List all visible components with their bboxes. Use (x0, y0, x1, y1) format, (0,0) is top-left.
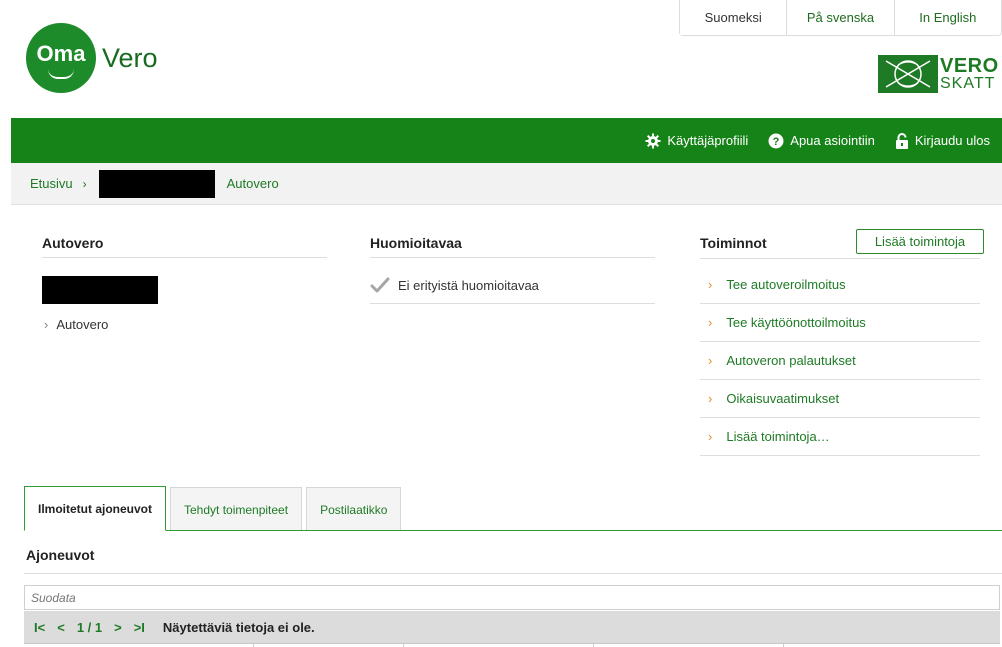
tab-underline (24, 530, 1002, 531)
action-label: Autoveron palautukset (726, 353, 856, 368)
chevron-right-icon: › (708, 277, 713, 292)
vero-word: VERO (940, 55, 999, 77)
skatt-word: SKATT (940, 75, 996, 92)
actions-panel-title: Toiminnot (700, 235, 767, 251)
vero-emblem-icon (878, 55, 938, 93)
logo-vero-text: Vero (102, 43, 158, 73)
redacted-block (98, 169, 215, 198)
action-label: Oikaisuvaatimukset (726, 391, 840, 406)
tab-reported-vehicles[interactable]: Ilmoitetut ajoneuvot (24, 486, 166, 531)
notices-text: Ei erityistä huomioitavaa (398, 277, 539, 293)
table-header (24, 643, 1000, 647)
prev-page-button[interactable]: < (57, 620, 65, 635)
notices-panel-title: Huomioitavaa (370, 235, 462, 251)
action-item[interactable]: › Oikaisuvaatimukset (700, 380, 980, 418)
chevron-right-icon: › (708, 391, 713, 406)
chevron-right-icon: › (708, 315, 713, 330)
filter-input[interactable]: Suodata (24, 585, 1000, 610)
action-item[interactable]: › Tee käyttöönottoilmoitus (700, 304, 980, 342)
action-item[interactable]: › Autoveron palautukset (700, 342, 980, 380)
last-page-button[interactable]: >I (134, 620, 145, 635)
page-indicator: 1 / 1 (76, 619, 103, 635)
logo-smile (48, 69, 74, 79)
first-page-button[interactable]: I< (34, 620, 45, 635)
autovero-link[interactable]: › Autovero (44, 317, 108, 332)
divider (700, 258, 980, 259)
vehicles-title: Ajoneuvot (26, 547, 95, 563)
action-item[interactable]: › Tee autoveroilmoitus (700, 266, 980, 304)
chevron-right-icon: › (708, 353, 713, 368)
lang-finnish[interactable]: Suomeksi (680, 0, 787, 35)
divider (370, 303, 655, 304)
action-label: Tee käyttöönottoilmoitus (726, 315, 866, 330)
help-icon: ? (768, 133, 784, 149)
action-label: Tee autoveroilmoitus (726, 277, 846, 292)
lang-english[interactable]: In English (893, 0, 1001, 35)
no-data-message: Näytettäviä tietoja ei ole. (162, 619, 315, 635)
tab-mailbox[interactable]: Postilaatikko (306, 487, 402, 531)
user-profile-link[interactable]: Käyttäjäprofiili (645, 133, 748, 149)
next-page-button[interactable]: > (114, 620, 122, 635)
help-label: Apua asiointiin (790, 133, 875, 148)
autovero-link-label: Autovero (56, 317, 109, 332)
autovero-panel-title: Autovero (42, 235, 104, 251)
breadcrumb: Etusivu › Autovero (11, 163, 1002, 205)
redacted-block (42, 276, 158, 304)
tab-bar: Ilmoitetut ajoneuvot Tehdyt toimenpiteet… (24, 486, 405, 531)
logout-link[interactable]: Kirjaudu ulos (895, 132, 990, 149)
gear-icon (645, 133, 661, 149)
logout-label: Kirjaudu ulos (914, 133, 990, 148)
notices-item: Ei erityistä huomioitavaa (370, 277, 539, 293)
divider (42, 257, 327, 258)
top-nav: Käyttäjäprofiili ? Apua asiointiin Kirja… (11, 118, 1002, 163)
language-switcher: Suomeksi På svenska In English (679, 0, 1002, 36)
checkmark-icon (370, 277, 390, 293)
pager: I< < 1 / 1 > >I Näytettäviä tietoja ei o… (24, 611, 1000, 643)
lock-icon (895, 132, 909, 149)
action-label: Lisää toimintoja… (726, 429, 830, 444)
tab-actions-done[interactable]: Tehdyt toimenpiteet (170, 487, 303, 531)
lang-swedish[interactable]: På svenska (786, 0, 893, 35)
divider (24, 573, 1002, 574)
omavero-logo-circle: Oma (26, 23, 96, 93)
divider (370, 257, 655, 258)
user-profile-label: Käyttäjäprofiili (667, 133, 749, 148)
chevron-right-icon: › (82, 176, 87, 191)
omavero-logo[interactable]: Oma Vero (26, 23, 158, 93)
add-actions-button[interactable]: Lisää toimintoja (856, 229, 984, 254)
actions-list: › Tee autoveroilmoitus › Tee käyttöönott… (700, 266, 980, 456)
breadcrumb-current[interactable]: Autovero (227, 176, 279, 191)
chevron-right-icon: › (44, 317, 49, 332)
help-link[interactable]: ? Apua asiointiin (768, 133, 875, 149)
logo-oma-text: Oma (36, 41, 86, 66)
chevron-right-icon: › (708, 429, 713, 444)
vero-skatt-logo: VERO SKATT (878, 55, 999, 93)
breadcrumb-home[interactable]: Etusivu (30, 176, 73, 191)
action-item[interactable]: › Lisää toimintoja… (700, 418, 980, 456)
svg-text:?: ? (773, 136, 780, 148)
